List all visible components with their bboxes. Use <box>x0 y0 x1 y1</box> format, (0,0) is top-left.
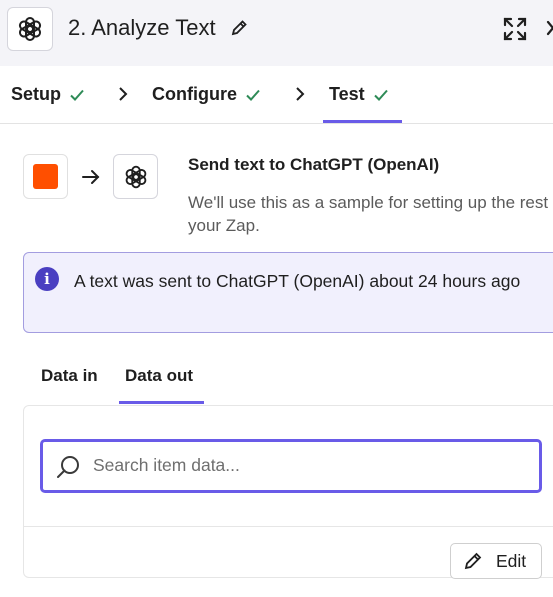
check-icon <box>70 89 84 101</box>
pencil-icon <box>464 552 482 570</box>
tab-setup-label: Setup <box>11 84 62 104</box>
tab-setup[interactable]: Setup <box>11 84 85 105</box>
openai-logo-icon <box>113 154 158 199</box>
chevron-right-icon <box>296 87 305 101</box>
tab-configure-label: Configure <box>152 84 237 104</box>
chevron-right-icon <box>119 87 128 101</box>
trigger-app-icon <box>23 154 68 199</box>
trigger-app-logo <box>33 164 58 189</box>
info-message: A text was sent to ChatGPT (OpenAI) abou… <box>74 271 521 291</box>
step-header: 2. Analyze Text <box>0 0 553 66</box>
data-card: Edit <box>23 405 553 579</box>
edit-button[interactable]: Edit <box>450 543 542 579</box>
openai-logo-icon <box>7 7 53 51</box>
card-divider <box>24 526 553 527</box>
tab-data-out[interactable]: Data out <box>125 366 193 386</box>
close-icon[interactable] <box>546 20 553 36</box>
arrow-right-icon <box>82 170 100 184</box>
check-icon <box>246 89 260 101</box>
expand-icon[interactable] <box>502 16 528 42</box>
step-tabs: Setup Configure Test <box>0 66 553 124</box>
search-icon <box>57 456 79 478</box>
step-title: 2. Analyze Text <box>68 15 216 40</box>
search-input[interactable] <box>93 450 533 480</box>
edit-button-label: Edit <box>496 550 527 571</box>
search-box[interactable] <box>40 439 542 493</box>
flow-title: Send text to ChatGPT (OpenAI) <box>188 155 440 174</box>
check-icon <box>373 89 388 101</box>
tab-test-label: Test <box>329 84 365 104</box>
info-banner: i A text was sent to ChatGPT (OpenAI) ab… <box>23 252 553 333</box>
tab-test[interactable]: Test <box>329 84 389 105</box>
tab-configure[interactable]: Configure <box>152 84 261 105</box>
pencil-icon[interactable] <box>230 19 248 37</box>
active-data-tab-indicator <box>119 401 204 404</box>
step-panel: 2. Analyze Text Setup Configure Test Sen… <box>0 0 553 597</box>
active-tab-indicator <box>323 120 402 123</box>
tab-data-in[interactable]: Data in <box>41 366 98 386</box>
info-icon: i <box>35 267 59 291</box>
flow-description: We'll use this as a sample for setting u… <box>188 193 553 235</box>
